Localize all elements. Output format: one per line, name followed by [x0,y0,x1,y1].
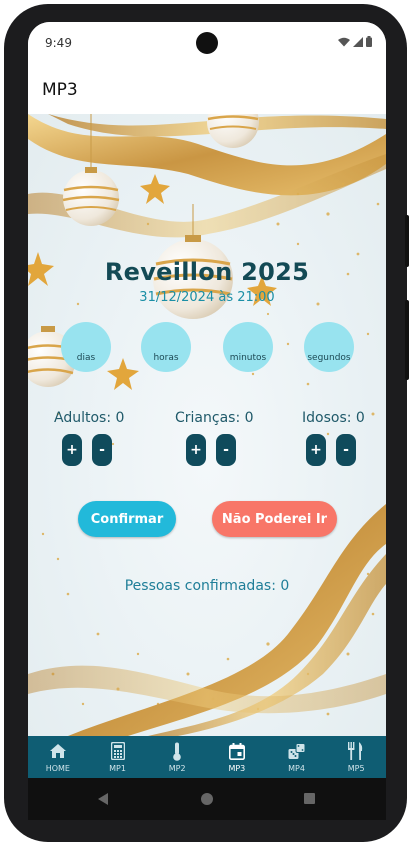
battery-icon [366,36,372,47]
elderly-minus-button[interactable]: - [336,434,356,466]
elderly-plus-button[interactable]: + [306,434,326,466]
bottom-nav: HOME MP1 MP2 MP3 MP4 MP5 [28,736,386,778]
system-nav-bar [28,778,386,820]
children-plus-button[interactable]: + [186,434,206,466]
decline-button[interactable]: Não Poderei Ir [212,501,337,537]
status-bar: 9:49 [28,22,386,66]
nav-item-home[interactable]: HOME [28,736,88,778]
nav-label-mp3: MP3 [228,764,246,773]
countdown-hours: horas [141,322,191,372]
thermometer-icon [172,741,182,761]
nav-label-mp1: MP1 [109,764,126,773]
adults-count: Adultos: 0 [54,410,125,426]
nav-item-mp1[interactable]: MP1 [88,736,148,778]
nav-item-mp3[interactable]: MP3 [207,736,267,778]
countdown-minutes-label: minutos [229,353,267,363]
screen: 9:49 MP3 Reveillon 2025 31/12/2024 às 21… [28,22,386,778]
recent-apps-icon[interactable] [304,793,315,804]
app-bar: MP3 [28,66,386,114]
countdown-days-label: dias [76,353,96,363]
children-count: Crianças: 0 [175,410,254,426]
front-camera [196,32,218,54]
calculator-icon [110,741,125,761]
nav-label-mp2: MP2 [168,764,186,773]
home-icon [49,741,67,761]
event-title: Reveillon 2025 [104,258,310,286]
children-minus-button[interactable]: - [216,434,236,466]
app-title: MP3 [42,80,78,100]
nav-item-mp4[interactable]: MP4 [267,736,327,778]
back-icon[interactable] [98,793,108,805]
nav-label-mp4: MP4 [288,764,305,773]
nav-label-mp5: MP5 [347,764,365,773]
elderly-count: Idosos: 0 [302,410,365,426]
confirm-button[interactable]: Confirmar [78,501,176,537]
status-time: 9:49 [45,36,72,50]
countdown-days: dias [61,322,111,372]
countdown-seconds-label: segundos [307,353,351,363]
dice-icon [288,741,306,761]
nav-label-home: HOME [45,764,70,773]
signal-icon [353,36,363,47]
volume-button [405,300,409,380]
home-circle-icon[interactable] [201,793,213,805]
nav-item-mp5[interactable]: MP5 [326,736,386,778]
cutlery-icon [347,741,365,761]
power-button [405,215,409,267]
wifi-icon [338,37,350,46]
status-icons [338,36,372,47]
event-content: Reveillon 2025 31/12/2024 às 21:00 dias … [28,114,386,736]
adults-plus-button[interactable]: + [62,434,82,466]
confirmed-count: Pessoas confirmadas: 0 [124,578,290,594]
countdown-seconds: segundos [304,322,354,372]
event-datetime: 31/12/2024 às 21:00 [139,290,275,305]
nav-item-mp2[interactable]: MP2 [147,736,207,778]
adults-minus-button[interactable]: - [92,434,112,466]
calendar-icon [228,741,245,761]
countdown-minutes: minutos [223,322,273,372]
countdown-hours-label: horas [153,353,179,363]
